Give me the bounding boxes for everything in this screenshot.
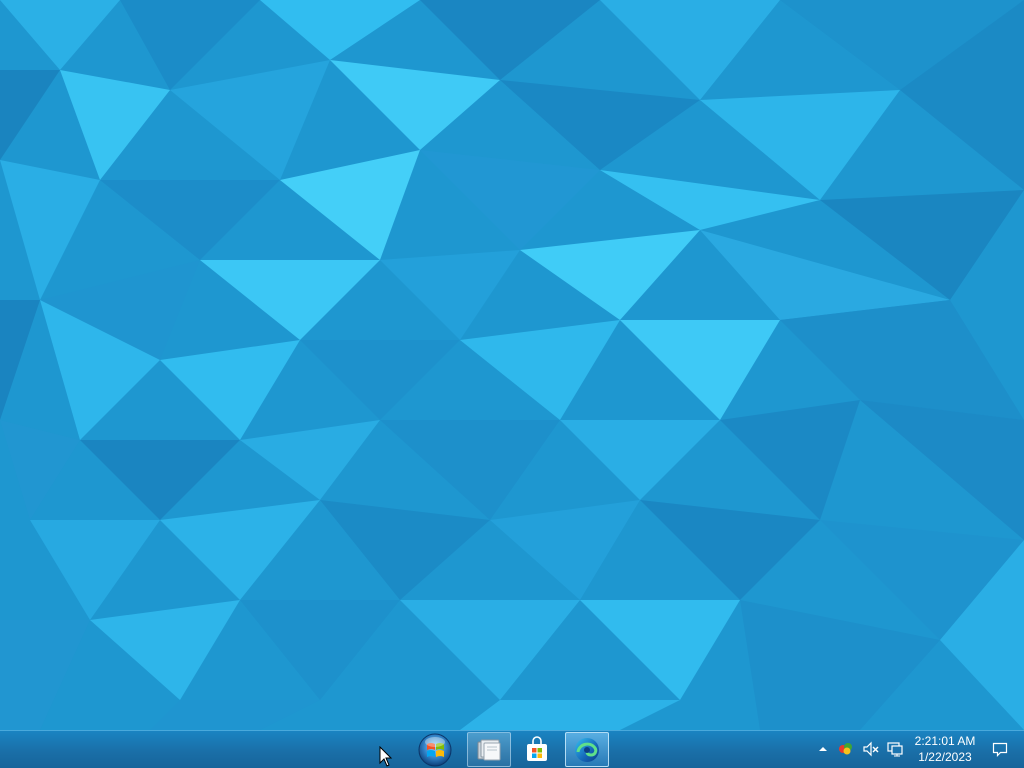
clock-date: 1/22/2023 bbox=[918, 750, 972, 764]
network-icon bbox=[887, 742, 903, 757]
clock-time: 2:21:01 AM bbox=[914, 734, 976, 748]
action-center-button[interactable] bbox=[990, 739, 1010, 759]
speaker-muted-icon bbox=[863, 741, 879, 757]
notification-icon bbox=[992, 742, 1008, 757]
chevron-up-icon bbox=[819, 747, 827, 751]
tray-app-button[interactable] bbox=[836, 739, 856, 759]
volume-button[interactable] bbox=[861, 739, 881, 759]
color-balls-icon bbox=[839, 743, 852, 755]
system-tray: 2:21:01 AM 1/22/2023 bbox=[0, 731, 1024, 768]
show-hidden-icons-button[interactable] bbox=[813, 739, 833, 759]
network-button[interactable] bbox=[885, 739, 905, 759]
wallpaper bbox=[0, 0, 1024, 730]
taskbar: 2:21:01 AM 1/22/2023 bbox=[0, 730, 1024, 768]
desktop[interactable] bbox=[0, 0, 1024, 730]
mouse-cursor-icon bbox=[379, 746, 393, 767]
clock[interactable]: 2:21:01 AM 1/22/2023 bbox=[907, 733, 983, 767]
